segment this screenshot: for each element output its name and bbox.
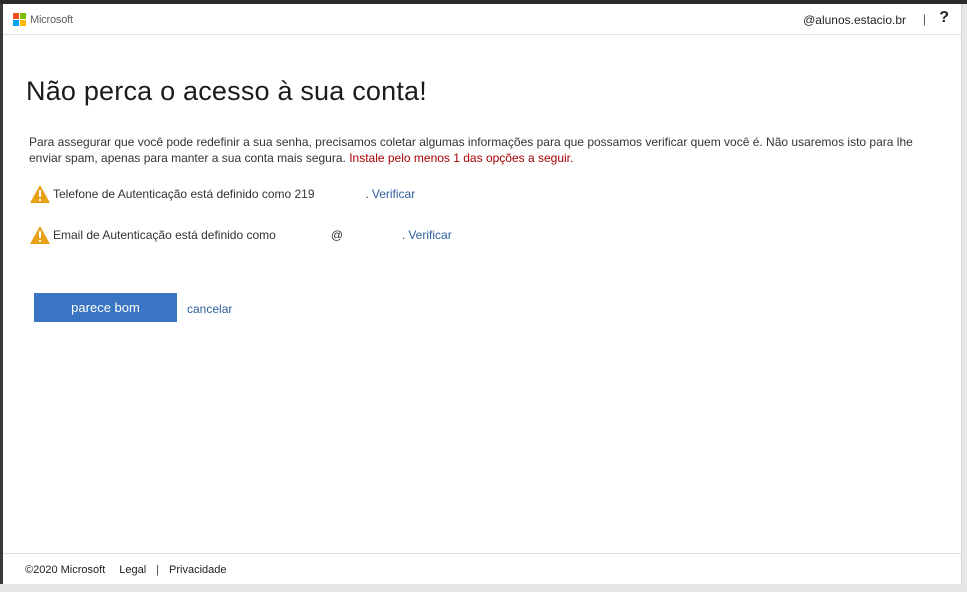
legal-link[interactable]: Legal (119, 564, 146, 576)
brand-name: Microsoft (30, 13, 73, 26)
privacy-link[interactable]: Privacidade (169, 564, 226, 576)
bottom-edge (0, 584, 967, 592)
header-separator: | (922, 12, 926, 26)
email-suffix: . (402, 228, 406, 242)
verify-email-link[interactable]: Verificar (408, 228, 451, 242)
footer-divider (3, 553, 962, 554)
account-name[interactable]: @alunos.estacio.br (803, 13, 906, 27)
looks-good-button[interactable]: parece bom (34, 293, 177, 322)
intro-requirement: Instale pelo menos 1 das opções a seguir… (349, 151, 574, 165)
footer-separator: | (156, 564, 160, 576)
warning-icon (30, 185, 50, 203)
microsoft-logo: Microsoft (13, 13, 73, 26)
cancel-link[interactable]: cancelar (187, 302, 232, 316)
email-row: Email de Autenticação está definido como… (29, 225, 452, 245)
copyright: ©2020 Microsoft (25, 564, 106, 576)
help-icon[interactable]: ? (939, 9, 949, 27)
right-edge (962, 4, 967, 584)
phone-status-text: Telefone de Autenticação está definido c… (53, 187, 315, 201)
phone-suffix: . (365, 187, 369, 201)
email-status-text: Email de Autenticação está definido como (53, 228, 276, 242)
intro-text: Para assegurar que você pode redefinir a… (29, 134, 929, 166)
footer: ©2020 Microsoft Legal | Privacidade (25, 564, 241, 576)
warning-icon (30, 226, 50, 244)
email-at: @ (330, 228, 343, 242)
header: Microsoft @alunos.estacio.br | ? (3, 4, 962, 35)
phone-row: Telefone de Autenticação está definido c… (29, 184, 415, 204)
microsoft-logo-icon (13, 13, 26, 26)
page-title: Não perca o acesso à sua conta! (26, 76, 427, 106)
verify-phone-link[interactable]: Verificar (372, 187, 415, 201)
